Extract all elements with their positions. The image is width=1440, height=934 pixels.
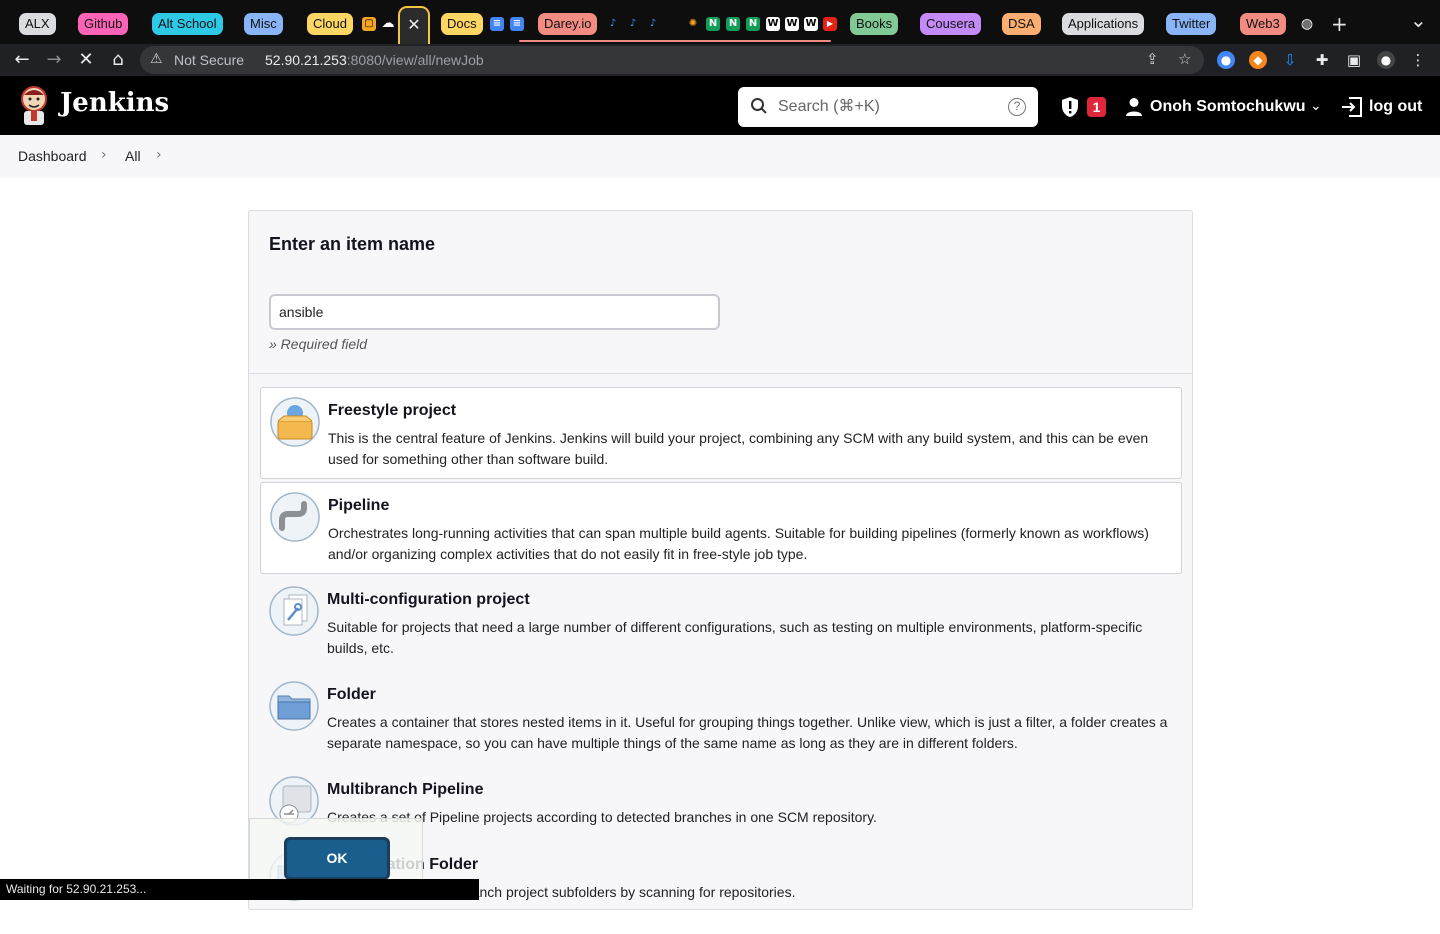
- pipeline-icon: [270, 492, 320, 542]
- tab-group-misc[interactable]: Misc: [244, 13, 283, 35]
- share-icon[interactable]: ⇪: [1146, 50, 1159, 68]
- logout-link[interactable]: log out: [1369, 98, 1422, 116]
- jenkins-brand[interactable]: Jenkins: [60, 88, 169, 118]
- breadcrumb-chevron-icon[interactable]: ›: [156, 147, 162, 163]
- tab-favicon-sun-icon[interactable]: ✺: [686, 17, 700, 31]
- forward-arrow-icon[interactable]: →: [42, 48, 66, 72]
- tab-group-underline: [519, 40, 831, 42]
- item-type-description: This is the central feature of Jenkins. …: [328, 430, 1149, 467]
- tab-favicon-n-icon[interactable]: N: [746, 17, 760, 31]
- extension-chrome-icon[interactable]: ●: [1217, 51, 1235, 69]
- tab-favicon-music-icon[interactable]: ♪: [646, 17, 660, 31]
- tab-favicon-docs-icon[interactable]: ≡: [510, 17, 524, 31]
- active-tab[interactable]: ✕: [398, 6, 430, 44]
- bookmark-star-icon[interactable]: ☆: [1178, 50, 1191, 68]
- tab-group-alx[interactable]: ALX: [19, 13, 56, 35]
- jenkins-header: Jenkins ? 1 Onoh Somtochukwu ⌄ log out: [0, 76, 1440, 135]
- search-box[interactable]: ?: [738, 87, 1038, 127]
- user-icon: [1126, 98, 1142, 116]
- item-type-pipeline[interactable]: Pipeline Orchestrates long-running activ…: [260, 482, 1182, 574]
- warning-icon: ⚠: [150, 51, 163, 67]
- home-icon[interactable]: ⌂: [106, 48, 130, 72]
- search-help-icon[interactable]: ?: [1008, 98, 1026, 116]
- url-path: :8080/view/all/newJob: [346, 52, 484, 68]
- tab-favicon-aws-icon[interactable]: ▢: [362, 17, 376, 31]
- page-title: Enter an item name: [269, 234, 436, 254]
- extension-metamask-icon[interactable]: ◆: [1249, 51, 1267, 69]
- item-type-title: Pipeline: [328, 497, 390, 514]
- item-type-title: Multibranch Pipeline: [327, 781, 484, 798]
- logout-icon[interactable]: [1340, 96, 1364, 118]
- multi-configuration-icon: [269, 586, 319, 636]
- tab-group-cloud[interactable]: Cloud: [307, 13, 353, 35]
- required-field-hint: » Required field: [269, 336, 368, 352]
- profile-avatar-icon[interactable]: ●: [1377, 51, 1395, 69]
- chevron-down-icon[interactable]: ⌄: [1310, 98, 1322, 114]
- tab-group-darey[interactable]: Darey.io: [538, 13, 598, 35]
- item-type-freestyle[interactable]: Freestyle project This is the central fe…: [260, 387, 1182, 479]
- tab-favicon-n-icon[interactable]: N: [706, 17, 720, 31]
- new-item-panel: Enter an item name » Required field Free…: [248, 210, 1193, 910]
- tab-favicon-wiki-icon[interactable]: W: [766, 17, 780, 31]
- tab-favicon-youtube-icon[interactable]: ▶: [823, 17, 837, 31]
- item-type-description: Creates a container that stores nested i…: [327, 714, 1168, 751]
- tab-favicon-github-icon[interactable]: ◍: [1300, 17, 1314, 31]
- url-host: 52.90.21.253: [265, 52, 347, 68]
- item-type-folder[interactable]: Folder Creates a container that stores n…: [260, 672, 1182, 764]
- tab-favicon-docs-icon[interactable]: ≡: [490, 17, 504, 31]
- back-arrow-icon[interactable]: ←: [10, 48, 34, 72]
- alert-count-badge[interactable]: 1: [1087, 97, 1106, 117]
- stop-loading-icon[interactable]: ✕: [74, 48, 98, 72]
- tab-favicon-music-icon[interactable]: ♪: [606, 17, 620, 31]
- tab-search-chevron-icon[interactable]: ⌄: [1410, 8, 1427, 32]
- extensions-puzzle-icon[interactable]: ✚: [1313, 51, 1331, 69]
- tab-group-books[interactable]: Books: [850, 13, 899, 35]
- tab-group-cousera[interactable]: Cousera: [920, 13, 982, 35]
- item-type-description: Creates a set of Pipeline projects accor…: [327, 809, 877, 825]
- download-icon[interactable]: ⇩: [1281, 51, 1299, 69]
- tab-favicon-wiki-icon[interactable]: W: [804, 17, 818, 31]
- item-name-input[interactable]: [269, 294, 720, 330]
- item-type-title: Folder: [327, 686, 376, 703]
- browser-tab-bar: ALX Github Alt School Misc Cloud ▢ ☁ ✕ D…: [0, 0, 1440, 44]
- ok-button[interactable]: OK: [284, 837, 390, 880]
- close-tab-icon[interactable]: ✕: [407, 17, 420, 34]
- jenkins-logo-icon[interactable]: [18, 85, 50, 127]
- security-label[interactable]: Not Secure: [174, 52, 244, 68]
- browser-status-bar: Waiting for 52.90.21.253...: [0, 879, 479, 900]
- search-input[interactable]: [778, 87, 998, 127]
- new-tab-icon[interactable]: +: [1331, 12, 1348, 36]
- item-type-multi-configuration[interactable]: Multi-configuration project Suitable for…: [260, 577, 1182, 669]
- tab-group-github[interactable]: Github: [78, 13, 129, 35]
- item-type-title: Multi-configuration project: [327, 591, 530, 608]
- tab-favicon-wiki-icon[interactable]: W: [785, 17, 799, 31]
- url-text[interactable]: 52.90.21.253:8080/view/all/newJob: [265, 52, 484, 68]
- tab-group-applications[interactable]: Applications: [1062, 13, 1145, 35]
- freestyle-project-icon: [270, 397, 320, 447]
- side-panel-icon[interactable]: ▣: [1345, 51, 1363, 69]
- user-name-link[interactable]: Onoh Somtochukwu: [1150, 98, 1306, 116]
- folder-icon: [269, 681, 319, 731]
- tab-group-dsa[interactable]: DSA: [1002, 13, 1041, 35]
- browser-menu-icon[interactable]: ⋮: [1409, 51, 1427, 69]
- item-name-section: Enter an item name » Required field: [249, 211, 1192, 374]
- item-type-description: Suitable for projects that need a large …: [327, 619, 1143, 656]
- tab-favicon-music-icon[interactable]: ♪: [626, 17, 640, 31]
- breadcrumb-all[interactable]: All: [125, 148, 141, 164]
- search-icon: [751, 98, 767, 114]
- security-shield-icon[interactable]: [1060, 96, 1080, 118]
- address-bar[interactable]: ⚠ Not Secure 52.90.21.253:8080/view/all/…: [140, 46, 1204, 74]
- breadcrumb-dashboard[interactable]: Dashboard: [18, 148, 87, 164]
- item-type-description: Orchestrates long-running activities tha…: [328, 525, 1149, 562]
- tab-group-web3[interactable]: Web3: [1240, 13, 1286, 35]
- tab-group-twitter[interactable]: Twitter: [1166, 13, 1217, 35]
- tab-group-docs[interactable]: Docs: [441, 13, 483, 35]
- breadcrumb-chevron-icon[interactable]: ›: [101, 147, 107, 163]
- breadcrumb: Dashboard › All ›: [0, 135, 1440, 178]
- item-type-title: Freestyle project: [328, 402, 457, 419]
- tab-group-alt-school[interactable]: Alt School: [152, 13, 223, 35]
- tab-favicon-n-icon[interactable]: N: [726, 17, 740, 31]
- tab-favicon-cloud-icon[interactable]: ☁: [381, 17, 395, 31]
